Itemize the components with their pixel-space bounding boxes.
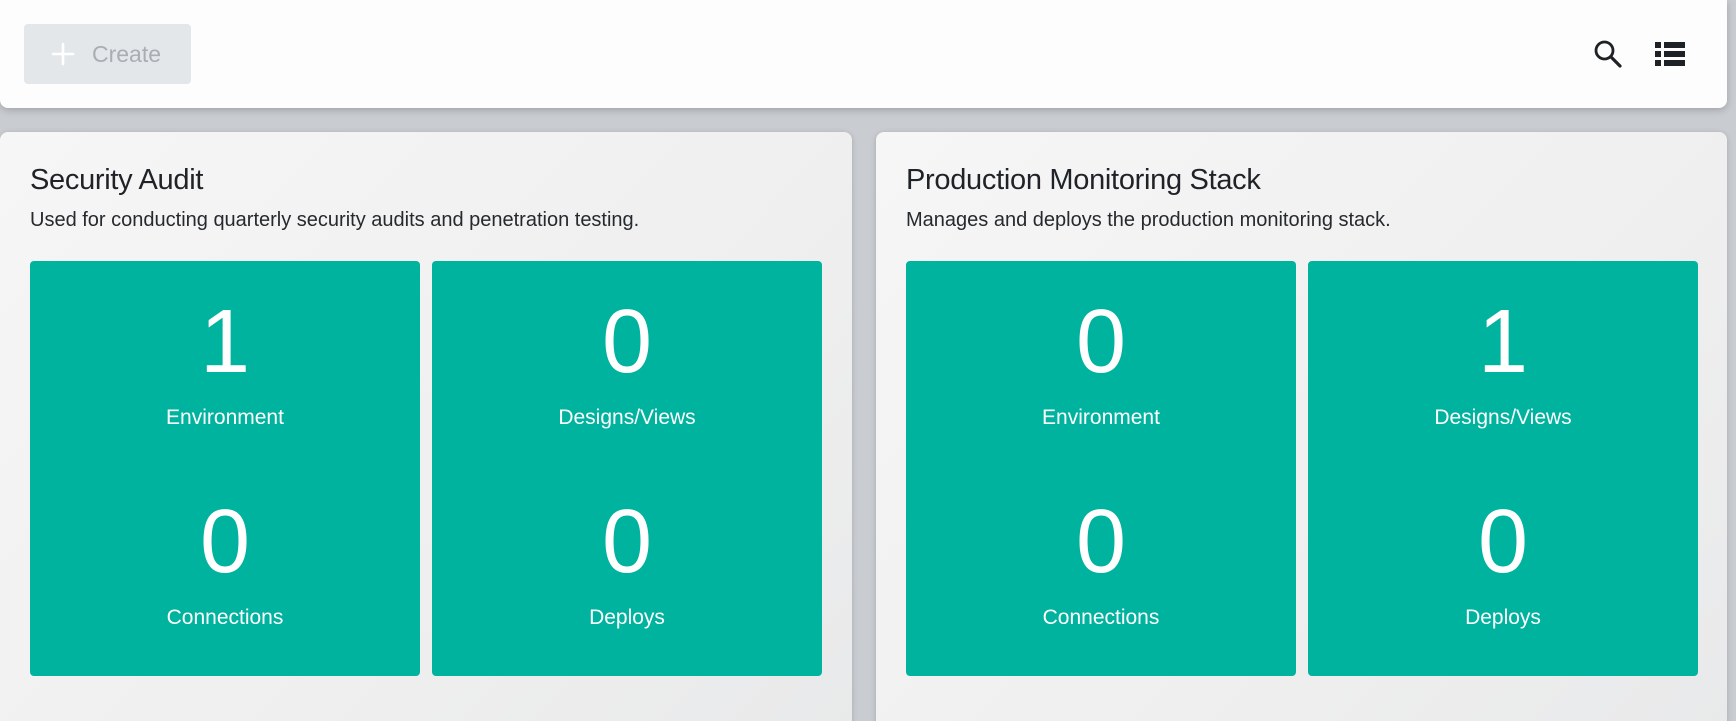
stat-deploys[interactable]: 0 Deploys: [432, 497, 822, 631]
stat-designs-label: Designs/Views: [1434, 406, 1572, 429]
stat-environments-value: 1: [199, 292, 251, 392]
stat-designs-label: Designs/Views: [558, 406, 696, 429]
create-button[interactable]: Create: [24, 24, 191, 84]
stat-connections[interactable]: 0 Connections: [30, 497, 420, 631]
stat-designs-value: 1: [1477, 292, 1529, 392]
stats-tile-designs-deploys[interactable]: 1 Designs/Views 0 Deploys: [1308, 261, 1698, 676]
stat-connections[interactable]: 0 Connections: [906, 497, 1296, 631]
stats-tile-environments-connections[interactable]: 0 Environment 0 Connections: [906, 261, 1296, 676]
workspace-title: Production Monitoring Stack: [906, 164, 1261, 196]
create-button-label: Create: [92, 40, 162, 67]
list-view-icon[interactable]: [1652, 36, 1688, 72]
stat-environments[interactable]: 1 Environment: [30, 297, 420, 431]
stat-designs-value: 0: [601, 292, 653, 392]
stat-environments-value: 0: [1075, 292, 1127, 392]
stat-deploys-value: 0: [1477, 492, 1529, 592]
stat-connections-value: 0: [199, 492, 251, 592]
stat-deploys[interactable]: 0 Deploys: [1308, 497, 1698, 631]
workspace-card-security-audit: Security Audit Used for conducting quart…: [0, 132, 852, 721]
workspace-description: Manages and deploys the production monit…: [906, 209, 1391, 231]
stat-environments-label: Environment: [166, 406, 284, 429]
search-icon[interactable]: [1590, 36, 1626, 72]
workspace-description: Used for conducting quarterly security a…: [30, 209, 640, 231]
stat-designs[interactable]: 1 Designs/Views: [1308, 297, 1698, 431]
toolbar: Create: [0, 0, 1727, 108]
stat-environments[interactable]: 0 Environment: [906, 297, 1296, 431]
stat-deploys-label: Deploys: [589, 606, 665, 629]
stat-connections-label: Connections: [1042, 606, 1160, 629]
stat-deploys-label: Deploys: [1465, 606, 1541, 629]
stats-tile-designs-deploys[interactable]: 0 Designs/Views 0 Deploys: [432, 261, 822, 676]
stats-tile-environments-connections[interactable]: 1 Environment 0 Connections: [30, 261, 420, 676]
plus-icon: [50, 41, 76, 67]
stat-connections-label: Connections: [166, 606, 284, 629]
stat-connections-value: 0: [1075, 492, 1127, 592]
workspace-card-production-monitoring-stack: Production Monitoring Stack Manages and …: [876, 132, 1727, 721]
workspace-title: Security Audit: [30, 164, 204, 196]
stat-environments-label: Environment: [1042, 406, 1160, 429]
stat-deploys-value: 0: [601, 492, 653, 592]
stat-designs[interactable]: 0 Designs/Views: [432, 297, 822, 431]
